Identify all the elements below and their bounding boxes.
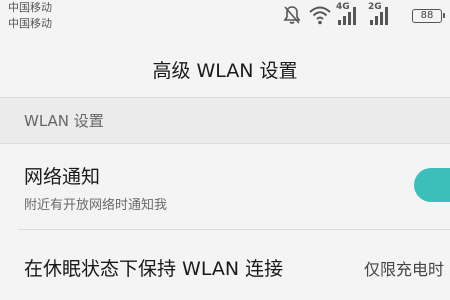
status-icons: 4G 2G 88 (282, 2, 445, 28)
section-title: WLAN 设置 (24, 112, 104, 130)
section-header: WLAN 设置 (0, 98, 450, 144)
network-notification-subtitle: 附近有开放网络时通知我 (24, 198, 168, 213)
title-bar: 高级 WLAN 设置 (0, 36, 450, 98)
screen: 中国移动 中国移动 4G 2G 88 高级 WLAN 设置 WLAN 设置 网络… (0, 0, 450, 300)
battery-icon: 88 (412, 9, 445, 23)
keep-wlan-on-sleep-row[interactable]: 在休眠状态下保持 WLAN 连接 仅限充电时 (0, 230, 450, 300)
carrier-label-2: 中国移动 (8, 17, 52, 30)
network-notification-title: 网络通知 (24, 166, 101, 188)
wifi-icon (309, 6, 331, 25)
keep-wlan-on-sleep-value: 仅限充电时 (363, 260, 444, 279)
network-notification-toggle[interactable] (414, 168, 450, 202)
signal-icon (338, 7, 356, 25)
page-title: 高级 WLAN 设置 (152, 60, 298, 82)
mute-icon (283, 6, 301, 24)
status-bar: 中国移动 中国移动 4G 2G 88 (0, 0, 450, 36)
keep-wlan-on-sleep-title: 在休眠状态下保持 WLAN 连接 (24, 258, 284, 280)
carrier-label-1: 中国移动 (8, 1, 52, 14)
signal-icon (370, 7, 388, 25)
network-notification-row[interactable]: 网络通知 附近有开放网络时通知我 (0, 144, 450, 230)
